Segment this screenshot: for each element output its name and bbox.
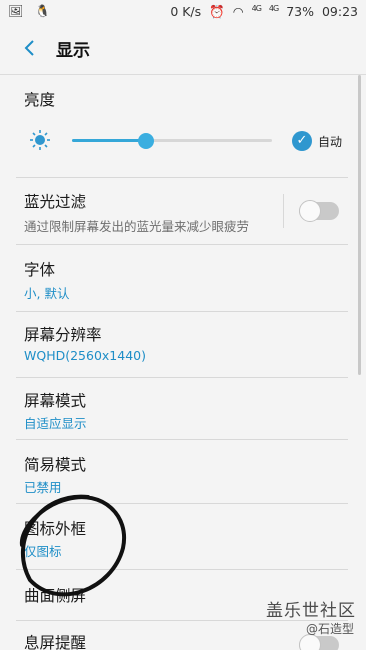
screen-off-reminder-item[interactable]: 息屏提醒	[0, 621, 350, 650]
item-label: 曲面侧屏	[24, 587, 87, 605]
header-divider	[0, 74, 366, 75]
brightness-slider-fill	[72, 139, 146, 142]
brightness-label: 亮度	[24, 91, 56, 109]
toggle-knob	[299, 200, 321, 222]
screen-mode-item[interactable]: 屏幕模式 自适应显示	[0, 378, 350, 444]
item-label: 蓝光过滤	[24, 193, 87, 211]
watermark-logo: 盖乐世社区	[266, 601, 356, 621]
auto-brightness-label: 自动	[318, 135, 343, 149]
screen-off-reminder-toggle[interactable]	[299, 634, 339, 650]
net-speed: 0 K/s	[170, 4, 202, 19]
item-subtitle: 通过限制屏幕发出的蓝光量来减少眼疲劳	[24, 219, 250, 234]
battery-level: 73%	[286, 4, 314, 19]
image-icon: 🖼	[8, 4, 24, 18]
item-subtitle: 小, 默认	[24, 286, 70, 301]
item-label: 图标外框	[24, 520, 87, 538]
clock: 09:23	[321, 4, 358, 19]
signal-4g-1: 4G	[251, 4, 262, 13]
wifi-icon: ◠	[232, 4, 244, 19]
item-subtitle: WQHD(2560x1440)	[24, 348, 146, 363]
sun-icon	[30, 130, 50, 150]
item-subtitle: 自适应显示	[24, 416, 87, 431]
brightness-slider-thumb[interactable]	[138, 133, 154, 149]
status-left: 🖼 🐧	[8, 4, 58, 18]
watermark-author: @石造型	[305, 622, 354, 636]
item-subtitle: 仅图标	[24, 544, 62, 559]
item-label: 屏幕分辨率	[24, 326, 102, 344]
blue-light-filter-item[interactable]: 蓝光过滤 通过限制屏幕发出的蓝光量来减少眼疲劳	[0, 178, 350, 244]
item-label: 简易模式	[24, 456, 87, 474]
font-item[interactable]: 字体 小, 默认	[0, 245, 350, 311]
page-title: 显示	[56, 41, 90, 61]
easy-mode-item[interactable]: 简易模式 已禁用	[0, 440, 350, 504]
status-bar: 🖼 🐧 0 K/s ⏰ ◠ 4G 4G 73% 09:23	[0, 0, 366, 24]
back-arrow-icon[interactable]	[18, 36, 42, 60]
item-label: 字体	[24, 261, 56, 279]
brightness-slider[interactable]	[72, 139, 272, 142]
signal-4g-2: 4G	[268, 4, 279, 13]
app-bar: 显示	[0, 24, 366, 74]
qq-icon: 🐧	[35, 4, 51, 18]
blue-light-toggle[interactable]	[299, 200, 339, 222]
status-right: 0 K/s ⏰ ◠ 4G 4G 73% 09:23	[166, 4, 358, 20]
icon-frames-item[interactable]: 图标外框 仅图标	[0, 504, 350, 570]
item-subtitle: 已禁用	[24, 480, 62, 495]
item-label: 屏幕模式	[24, 392, 87, 410]
item-label: 息屏提醒	[24, 634, 87, 650]
screen-resolution-item[interactable]: 屏幕分辨率 WQHD(2560x1440)	[0, 312, 350, 378]
vertical-divider	[283, 194, 284, 228]
auto-brightness-checkbox[interactable]: ✓	[292, 131, 312, 151]
scrollbar[interactable]	[358, 75, 361, 375]
alarm-icon: ⏰	[209, 4, 225, 19]
